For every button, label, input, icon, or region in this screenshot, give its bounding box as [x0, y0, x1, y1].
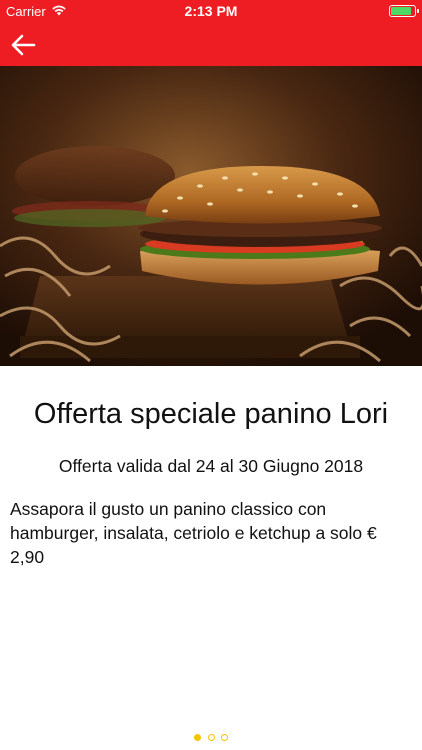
offer-description: Assapora il gusto un panino classico con… — [10, 499, 377, 567]
arrow-left-icon — [11, 34, 36, 56]
back-button[interactable] — [8, 30, 40, 60]
page-dot-1[interactable] — [194, 734, 202, 741]
battery-icon — [389, 5, 419, 17]
page-dot-3[interactable] — [220, 734, 228, 741]
offer-title: Offerta speciale panino Lori — [33, 398, 389, 430]
page-dot-2[interactable] — [207, 734, 215, 741]
page-indicator[interactable] — [0, 734, 422, 744]
top-bar: Carrier 2:13 PM — [0, 0, 422, 66]
status-bar: Carrier 2:13 PM — [0, 0, 422, 22]
offer-validity: Offerta valida dal 24 al 30 Giugno 2018 — [58, 456, 364, 476]
offer-image — [0, 66, 422, 366]
clock: 2:13 PM — [184, 3, 238, 19]
